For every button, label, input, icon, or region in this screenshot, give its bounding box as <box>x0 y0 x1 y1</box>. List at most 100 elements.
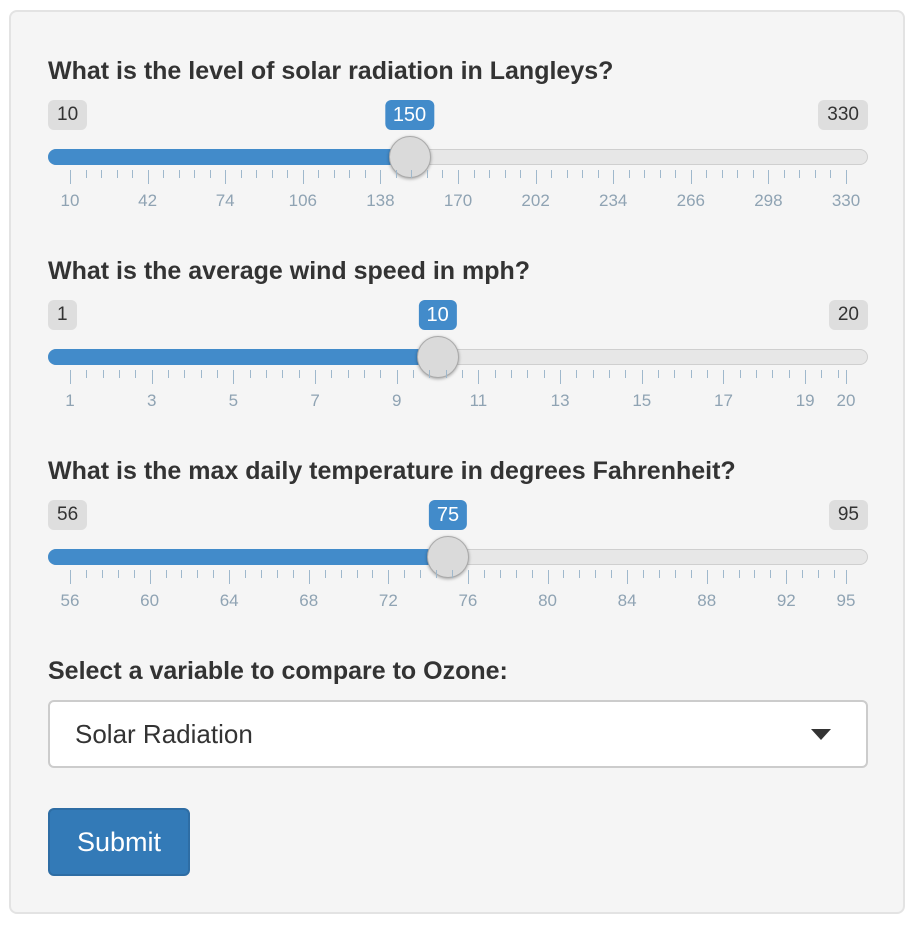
slider-tick-label: 266 <box>676 191 705 210</box>
slider-major-tick <box>768 170 770 184</box>
slider-max-label: 20 <box>828 300 868 330</box>
slider-tick-label: 68 <box>299 591 319 610</box>
slider-minor-tick <box>292 570 294 578</box>
slider-minor-tick <box>445 370 447 378</box>
slider-minor-tick <box>282 370 284 378</box>
slider-tick-label: 20 <box>836 391 856 410</box>
slider-tick-label: 298 <box>754 191 783 210</box>
slider-minor-tick <box>737 170 739 178</box>
slider-tick-label: 19 <box>795 391 815 410</box>
slider-minor-tick <box>543 370 545 378</box>
slider-minor-tick <box>674 370 676 378</box>
slider-minor-tick <box>85 170 87 178</box>
slider-minor-tick <box>706 170 708 178</box>
slider-minor-tick <box>799 170 801 178</box>
slider-major-tick <box>846 570 847 584</box>
wind-speed-label: What is the average wind speed in mph? <box>48 257 531 285</box>
slider-tick-label: 3 <box>146 391 157 410</box>
slider-minor-tick <box>364 170 366 178</box>
slider-minor-tick <box>133 570 135 578</box>
slider-minor-tick <box>436 570 438 578</box>
slider-minor-tick <box>340 570 342 578</box>
slider-minor-tick <box>372 570 374 578</box>
slider-minor-tick <box>102 370 104 378</box>
slider-minor-tick <box>452 570 454 578</box>
slider-minor-tick <box>261 570 262 578</box>
slider-major-tick <box>627 570 629 584</box>
slider-minor-tick <box>690 370 692 378</box>
slider-minor-tick <box>426 170 428 178</box>
slider-min-label: 10 <box>48 100 88 130</box>
slider-minor-tick <box>551 170 553 178</box>
slider-minor-tick <box>333 170 335 178</box>
slider-fill <box>48 349 438 365</box>
compare-variable-select[interactable]: Solar Radiation <box>48 700 868 768</box>
slider-minor-tick <box>783 170 785 178</box>
compare-variable-label: Select a variable to compare to Ozone: <box>48 657 508 685</box>
slider-major-tick <box>478 370 480 384</box>
slider-tick-label: 15 <box>632 391 652 410</box>
slider-minor-tick <box>165 570 167 578</box>
caret-down-icon[interactable] <box>811 729 831 740</box>
slider-minor-tick <box>117 570 119 578</box>
slider-tick-label: 13 <box>550 391 570 410</box>
slider-minor-tick <box>511 370 513 378</box>
solar-radiation-slider[interactable]: 10 330 150 10 42 74 106 138 170 202 234 266 298 33… <box>48 100 868 220</box>
slider-value-label: 10 <box>418 300 457 330</box>
slider-minor-tick <box>611 570 613 578</box>
slider-minor-tick <box>520 170 522 178</box>
slider-major-tick <box>641 370 643 384</box>
slider-tick-label: 84 <box>617 591 637 610</box>
wind-speed-slider[interactable]: 1 20 10 1 3 5 7 9 11 13 15 17 19 20 <box>48 300 868 420</box>
slider-minor-tick <box>347 370 349 378</box>
slider-tick-label: 74 <box>215 191 235 210</box>
slider-minor-tick <box>163 170 165 178</box>
slider-major-tick <box>805 370 807 384</box>
slider-minor-tick <box>494 370 496 378</box>
slider-major-tick <box>151 370 153 384</box>
slider-minor-tick <box>802 570 804 578</box>
slider-tick-label: 92 <box>776 591 796 610</box>
slider-minor-tick <box>168 370 170 378</box>
slider-major-tick <box>388 570 390 584</box>
slider-minor-tick <box>644 170 646 178</box>
slider-major-tick <box>458 170 459 184</box>
slider-tick-label: 76 <box>458 591 478 610</box>
slider-minor-tick <box>527 370 529 378</box>
slider-minor-tick <box>659 170 661 178</box>
slider-tick-label: 80 <box>538 591 557 610</box>
slider-value-label: 75 <box>428 500 468 530</box>
slider-handle[interactable] <box>388 136 431 178</box>
slider-minor-tick <box>324 570 326 578</box>
slider-minor-tick <box>674 570 676 578</box>
slider-minor-tick <box>625 370 627 378</box>
slider-minor-tick <box>420 570 422 578</box>
slider-minor-tick <box>609 370 611 378</box>
slider-minor-tick <box>213 570 215 578</box>
slider-major-tick <box>70 570 71 584</box>
slider-major-tick <box>467 570 469 584</box>
slider-minor-tick <box>722 570 724 578</box>
slider-tick-label: 5 <box>228 391 239 410</box>
slider-major-tick <box>229 570 231 584</box>
slider-handle[interactable] <box>427 536 470 578</box>
select-value: Solar Radiation <box>75 719 253 749</box>
slider-minor-tick <box>298 370 300 378</box>
slider-minor-tick <box>837 370 839 378</box>
slider-minor-tick <box>181 570 183 578</box>
slider-minor-tick <box>178 170 180 178</box>
submit-button[interactable]: Submit <box>48 808 190 876</box>
slider-minor-tick <box>404 570 406 578</box>
slider-minor-tick <box>788 370 790 378</box>
slider-minor-tick <box>380 370 382 378</box>
slider-minor-tick <box>364 370 366 378</box>
slider-minor-tick <box>442 170 444 178</box>
slider-handle[interactable] <box>416 336 459 378</box>
slider-major-tick <box>786 570 788 584</box>
slider-major-tick <box>560 370 562 384</box>
slider-minor-tick <box>756 370 758 378</box>
slider-minor-tick <box>531 570 533 578</box>
max-temperature-slider[interactable]: 56 95 75 56 60 64 68 72 76 80 84 88 92 95 <box>48 500 868 620</box>
slider-minor-tick <box>413 370 415 378</box>
slider-major-tick <box>613 170 615 184</box>
